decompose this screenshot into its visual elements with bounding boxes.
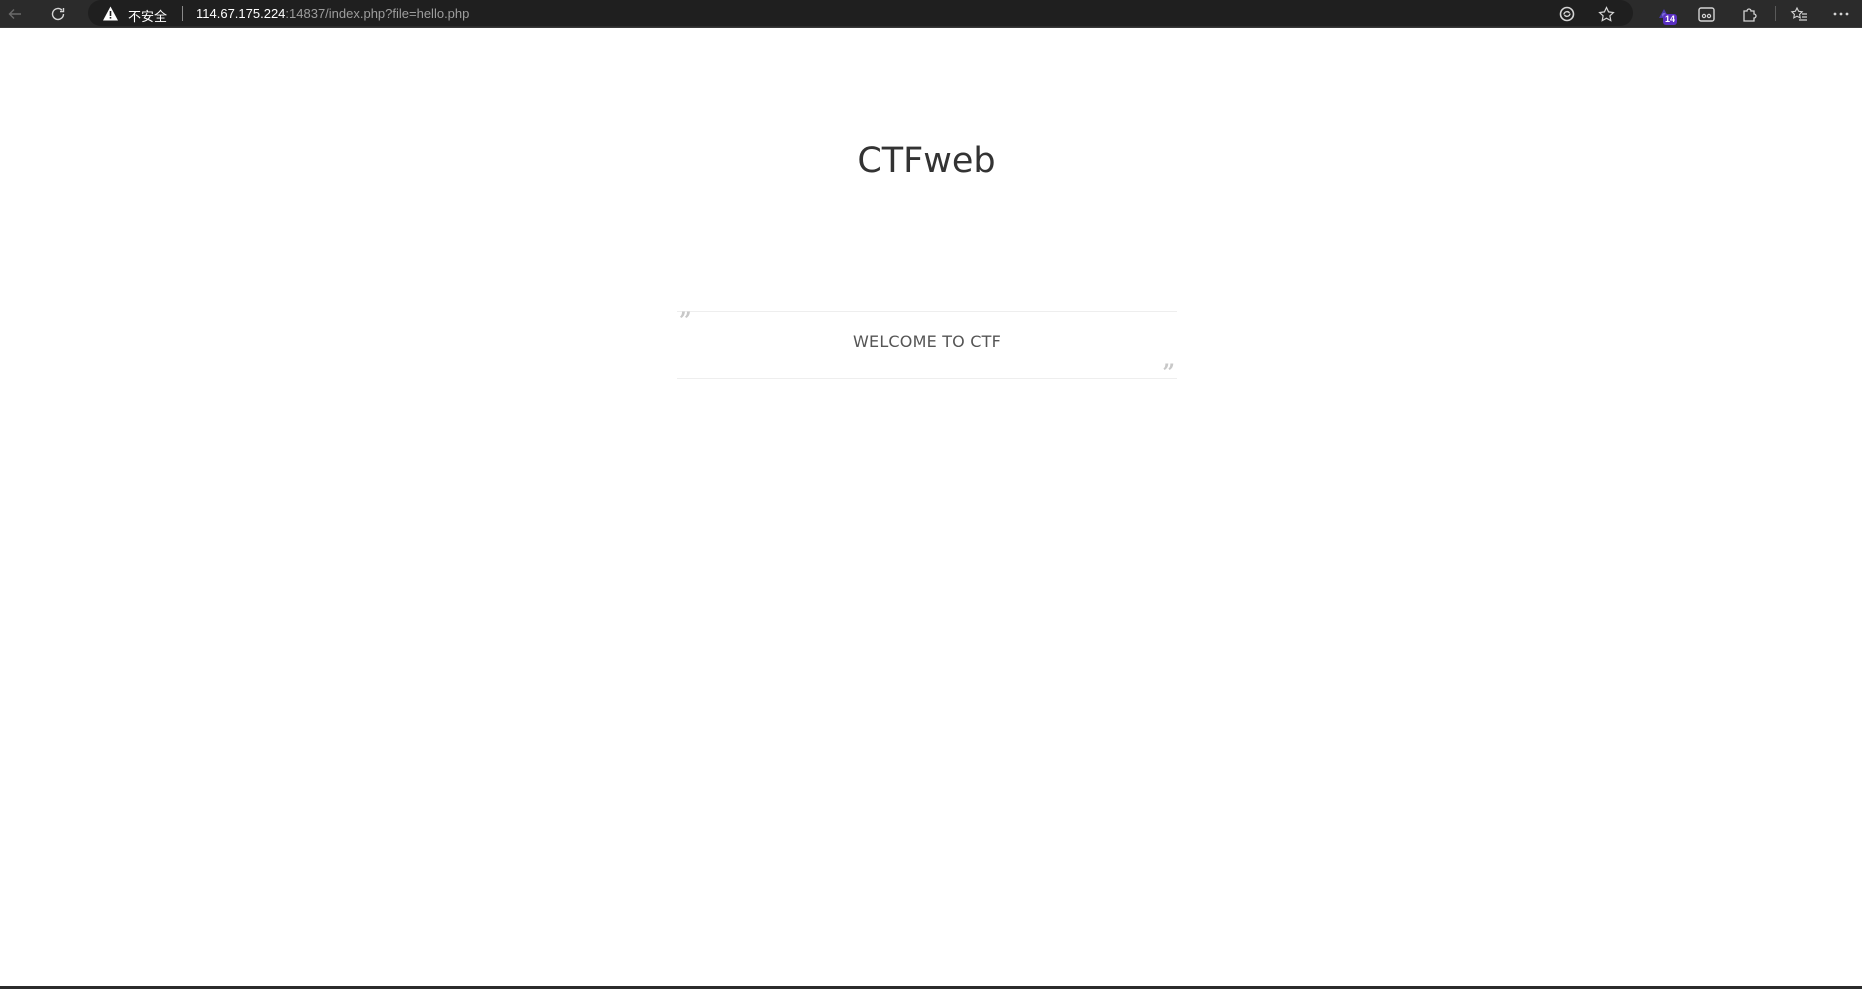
- extensions-puzzle-icon[interactable]: [1736, 2, 1762, 26]
- page-content: CTFweb ” WELCOME TO CTF ”: [0, 33, 1862, 987]
- more-menu-icon[interactable]: [1828, 2, 1854, 26]
- url-text[interactable]: 114.67.175.224:14837/index.php?file=hell…: [196, 6, 469, 21]
- browser-essentials-icon[interactable]: [1556, 3, 1578, 25]
- welcome-text: WELCOME TO CTF: [852, 332, 1001, 351]
- url-host: 114.67.175.224: [196, 6, 286, 21]
- address-separator: [182, 6, 183, 21]
- address-bar[interactable]: 不安全 114.67.175.224:14837/index.php?file=…: [88, 0, 1633, 26]
- warning-triangle-icon[interactable]: [102, 5, 119, 22]
- star-icon[interactable]: [1595, 3, 1617, 25]
- toolbar-divider: [1775, 6, 1776, 21]
- browser-toolbar: 不安全 114.67.175.224:14837/index.php?file=…: [0, 0, 1862, 28]
- close-quote-icon: ”: [1162, 360, 1175, 386]
- security-label[interactable]: 不安全: [128, 6, 167, 25]
- welcome-blockquote: ” WELCOME TO CTF ”: [677, 308, 1177, 384]
- extension-icon[interactable]: 14: [1651, 2, 1677, 26]
- open-quote-icon: ”: [679, 308, 692, 334]
- extension-badge: 14: [1662, 14, 1677, 25]
- page-title: CTFweb: [857, 141, 996, 181]
- url-path: :14837/index.php?file=hello.php: [285, 6, 470, 21]
- immersive-reader-icon[interactable]: [1693, 2, 1719, 26]
- reload-icon[interactable]: [43, 0, 73, 27]
- back-arrow-icon[interactable]: [0, 0, 30, 27]
- favorites-icon[interactable]: [1786, 2, 1812, 26]
